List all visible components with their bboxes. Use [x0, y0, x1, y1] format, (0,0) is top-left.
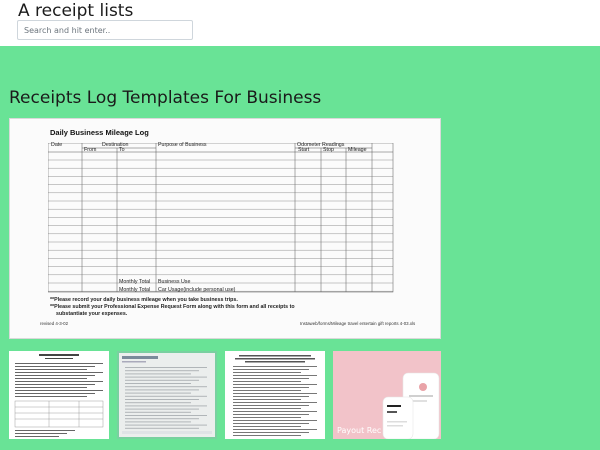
revised-date: revised 4-3-02 [40, 321, 69, 326]
receipt-form-thumbnail[interactable] [9, 351, 109, 439]
hero-image[interactable]: Daily Business Mileage Log Date Destinat… [9, 118, 441, 339]
col-date: Date [51, 142, 63, 148]
thumbnail-caption: Payout Rec [337, 426, 382, 435]
col-start: Start [298, 147, 310, 153]
expense-reimbursement-thumbnail[interactable] [225, 351, 325, 439]
payment-receipt-thumbnail[interactable] [117, 351, 217, 439]
col-to: To [119, 147, 125, 153]
monthly-total-label: Monthly Total [119, 287, 151, 293]
site-title[interactable]: A receipt lists [18, 1, 133, 21]
col-from: From [84, 147, 97, 153]
log-table-grid [48, 143, 394, 293]
col-purpose: Purpose of Business [158, 142, 207, 148]
main-content: Receipts Log Templates For Business Dail… [0, 46, 600, 450]
business-use-label: Business Use [158, 279, 191, 285]
col-mileage: Mileage [348, 147, 367, 153]
document-preview-icon [225, 351, 325, 439]
document-preview-icon [9, 351, 109, 439]
monthly-total-label: Monthly Total [119, 279, 151, 285]
footer-path: Instaweb/forms/Mileage travel entertain … [300, 321, 416, 326]
search-input[interactable] [17, 20, 193, 40]
car-usage-label: Car Usage(include personal use) [158, 287, 236, 293]
log-note: substantiate your expenses. [56, 311, 128, 317]
site-header: A receipt lists [0, 0, 600, 46]
document-preview-icon [119, 353, 215, 437]
log-title: Daily Business Mileage Log [50, 128, 149, 137]
log-note: **Please record your daily business mile… [50, 297, 238, 303]
payout-receipt-thumbnail[interactable]: Payout Rec [333, 351, 441, 439]
section-title: Receipts Log Templates For Business [9, 88, 322, 108]
log-note: **Please submit your Professional Expens… [50, 304, 295, 310]
col-stop: Stop [323, 147, 334, 153]
mileage-log-document: Daily Business Mileage Log Date Destinat… [10, 119, 440, 338]
